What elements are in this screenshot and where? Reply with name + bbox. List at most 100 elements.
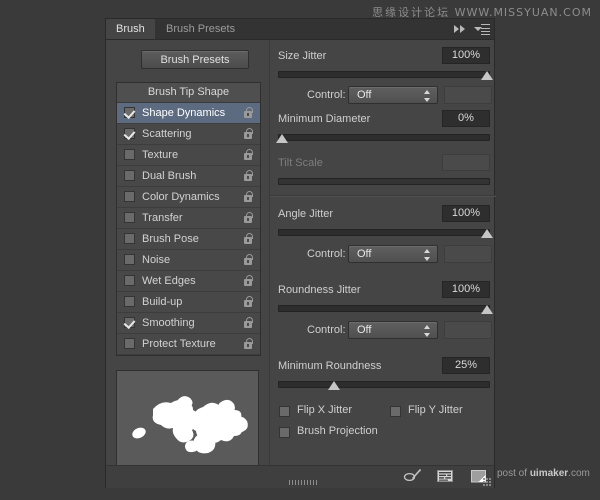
panel-menu-icon[interactable] [474,23,490,35]
brush-option-checkbox[interactable] [124,254,135,265]
brush-option-row[interactable]: Transfer [117,208,260,229]
roundness-control-label: Control: [307,324,346,336]
lock-icon[interactable] [243,233,253,245]
panel-right-column: Size Jitter 100% Control: Off Minimum Di… [270,40,496,488]
brush-option-label: Shape Dynamics [142,107,226,119]
lock-icon[interactable] [243,275,253,287]
lock-icon[interactable] [243,212,253,224]
brush-option-checkbox[interactable] [124,338,135,349]
flip-x-jitter-label: Flip X Jitter [297,404,353,416]
lock-icon[interactable] [243,338,253,350]
tilt-scale-label: Tilt Scale [278,157,323,169]
minimum-diameter-slider[interactable] [276,134,490,143]
roundness-control-value: Off [357,324,372,336]
brush-option-row[interactable]: Smoothing [117,313,260,334]
roundness-jitter-value[interactable]: 100% [442,281,490,298]
brush-option-row[interactable]: Brush Pose [117,229,260,250]
panel-resize-grip[interactable] [289,480,319,485]
brush-option-checkbox[interactable] [124,170,135,181]
tab-brush[interactable]: Brush [106,19,155,39]
minimum-roundness-value[interactable]: 25% [442,357,490,374]
tilt-scale-value [442,154,490,171]
lock-icon[interactable] [243,317,253,329]
credit-prefix: post of [497,468,530,479]
lock-icon[interactable] [243,170,253,182]
brush-option-label: Build-up [142,296,183,308]
panel-tab-bar: Brush Brush Presets [106,19,494,40]
tilt-scale-slider [278,178,490,185]
brush-option-checkbox[interactable] [124,233,135,244]
minimum-roundness-thumb[interactable] [328,381,340,390]
panel-footer-toolbar [106,465,494,488]
flip-y-jitter-label: Flip Y Jitter [408,404,463,416]
roundness-control-extra-box[interactable] [444,321,492,339]
brush-option-checkbox[interactable] [124,128,135,139]
size-jitter-thumb[interactable] [481,71,493,80]
angle-control-value: Off [357,248,372,260]
brush-option-row[interactable]: Noise [117,250,260,271]
roundness-jitter-label: Roundness Jitter [278,284,361,296]
minimum-diameter-value[interactable]: 0% [442,110,490,127]
size-control-value: Off [357,89,372,101]
angle-control-label: Control: [307,248,346,260]
brush-option-checkbox[interactable] [124,275,135,286]
brush-option-checkbox[interactable] [124,191,135,202]
brush-option-row[interactable]: Dual Brush [117,166,260,187]
screenshot-root: 思缘设计论坛 WWW.MISSYUAN.COM post of uimaker.… [0,0,600,500]
divider-1 [270,195,496,197]
lock-icon[interactable] [243,149,253,161]
brush-option-label: Smoothing [142,317,195,329]
lock-icon[interactable] [243,128,253,140]
brush-option-checkbox[interactable] [124,212,135,223]
minimum-roundness-slider[interactable] [278,381,490,390]
roundness-jitter-thumb[interactable] [481,305,493,314]
minimum-diameter-label: Minimum Diameter [278,113,371,125]
brush-option-row[interactable]: Build-up [117,292,260,313]
minimum-diameter-thumb[interactable] [276,134,288,143]
brush-option-checkbox[interactable] [124,317,135,328]
brush-option-label: Brush Pose [142,233,199,245]
roundness-jitter-slider[interactable] [278,305,493,314]
lock-icon[interactable] [243,254,253,266]
brush-option-label: Texture [142,149,179,161]
size-jitter-slider[interactable] [278,71,493,80]
angle-control-extra-box[interactable] [444,245,492,263]
brush-option-row[interactable]: Scattering [117,124,260,145]
flip-y-jitter-box[interactable] [390,406,401,417]
roundness-control-select[interactable]: Off [348,321,438,339]
post-credit: post of uimaker.com [497,468,590,479]
angle-jitter-value[interactable]: 100% [442,205,490,222]
brush-option-label: Wet Edges [142,275,196,287]
credit-brand: uimaker [529,468,569,479]
size-control-extra-box[interactable] [444,86,492,104]
brush-option-label: Dual Brush [142,170,197,182]
brush-panel-icon[interactable] [437,469,454,484]
size-control-select[interactable]: Off [348,86,438,104]
flip-x-jitter-box[interactable] [279,406,290,417]
brush-option-checkbox[interactable] [124,296,135,307]
resize-corner-icon[interactable] [483,478,492,487]
lock-icon[interactable] [243,107,253,119]
angle-jitter-label: Angle Jitter [278,208,334,220]
brush-tip-shape-header[interactable]: Brush Tip Shape [117,83,260,103]
lock-icon[interactable] [243,296,253,308]
double-arrow-icon[interactable] [454,24,466,34]
brush-projection-box[interactable] [279,427,290,438]
toggle-brush-dynamics-icon[interactable] [403,469,421,484]
brush-option-row[interactable]: Texture [117,145,260,166]
brush-option-row[interactable]: Shape Dynamics [117,103,260,124]
angle-jitter-thumb[interactable] [481,229,493,238]
brush-option-row[interactable]: Wet Edges [117,271,260,292]
tab-brush-presets[interactable]: Brush Presets [156,19,245,39]
angle-control-select[interactable]: Off [348,245,438,263]
brush-option-list: Brush Tip Shape Shape Dynamics Scattering… [116,82,261,356]
angle-jitter-slider[interactable] [278,229,493,238]
size-jitter-value[interactable]: 100% [442,47,490,64]
brush-option-checkbox[interactable] [124,149,135,160]
brush-presets-button[interactable]: Brush Presets [141,50,249,69]
brush-option-row[interactable]: Protect Texture [117,334,260,355]
brush-option-row[interactable]: Color Dynamics [117,187,260,208]
lock-icon[interactable] [243,191,253,203]
credit-suffix: .com [568,468,590,479]
brush-option-checkbox[interactable] [124,107,135,118]
